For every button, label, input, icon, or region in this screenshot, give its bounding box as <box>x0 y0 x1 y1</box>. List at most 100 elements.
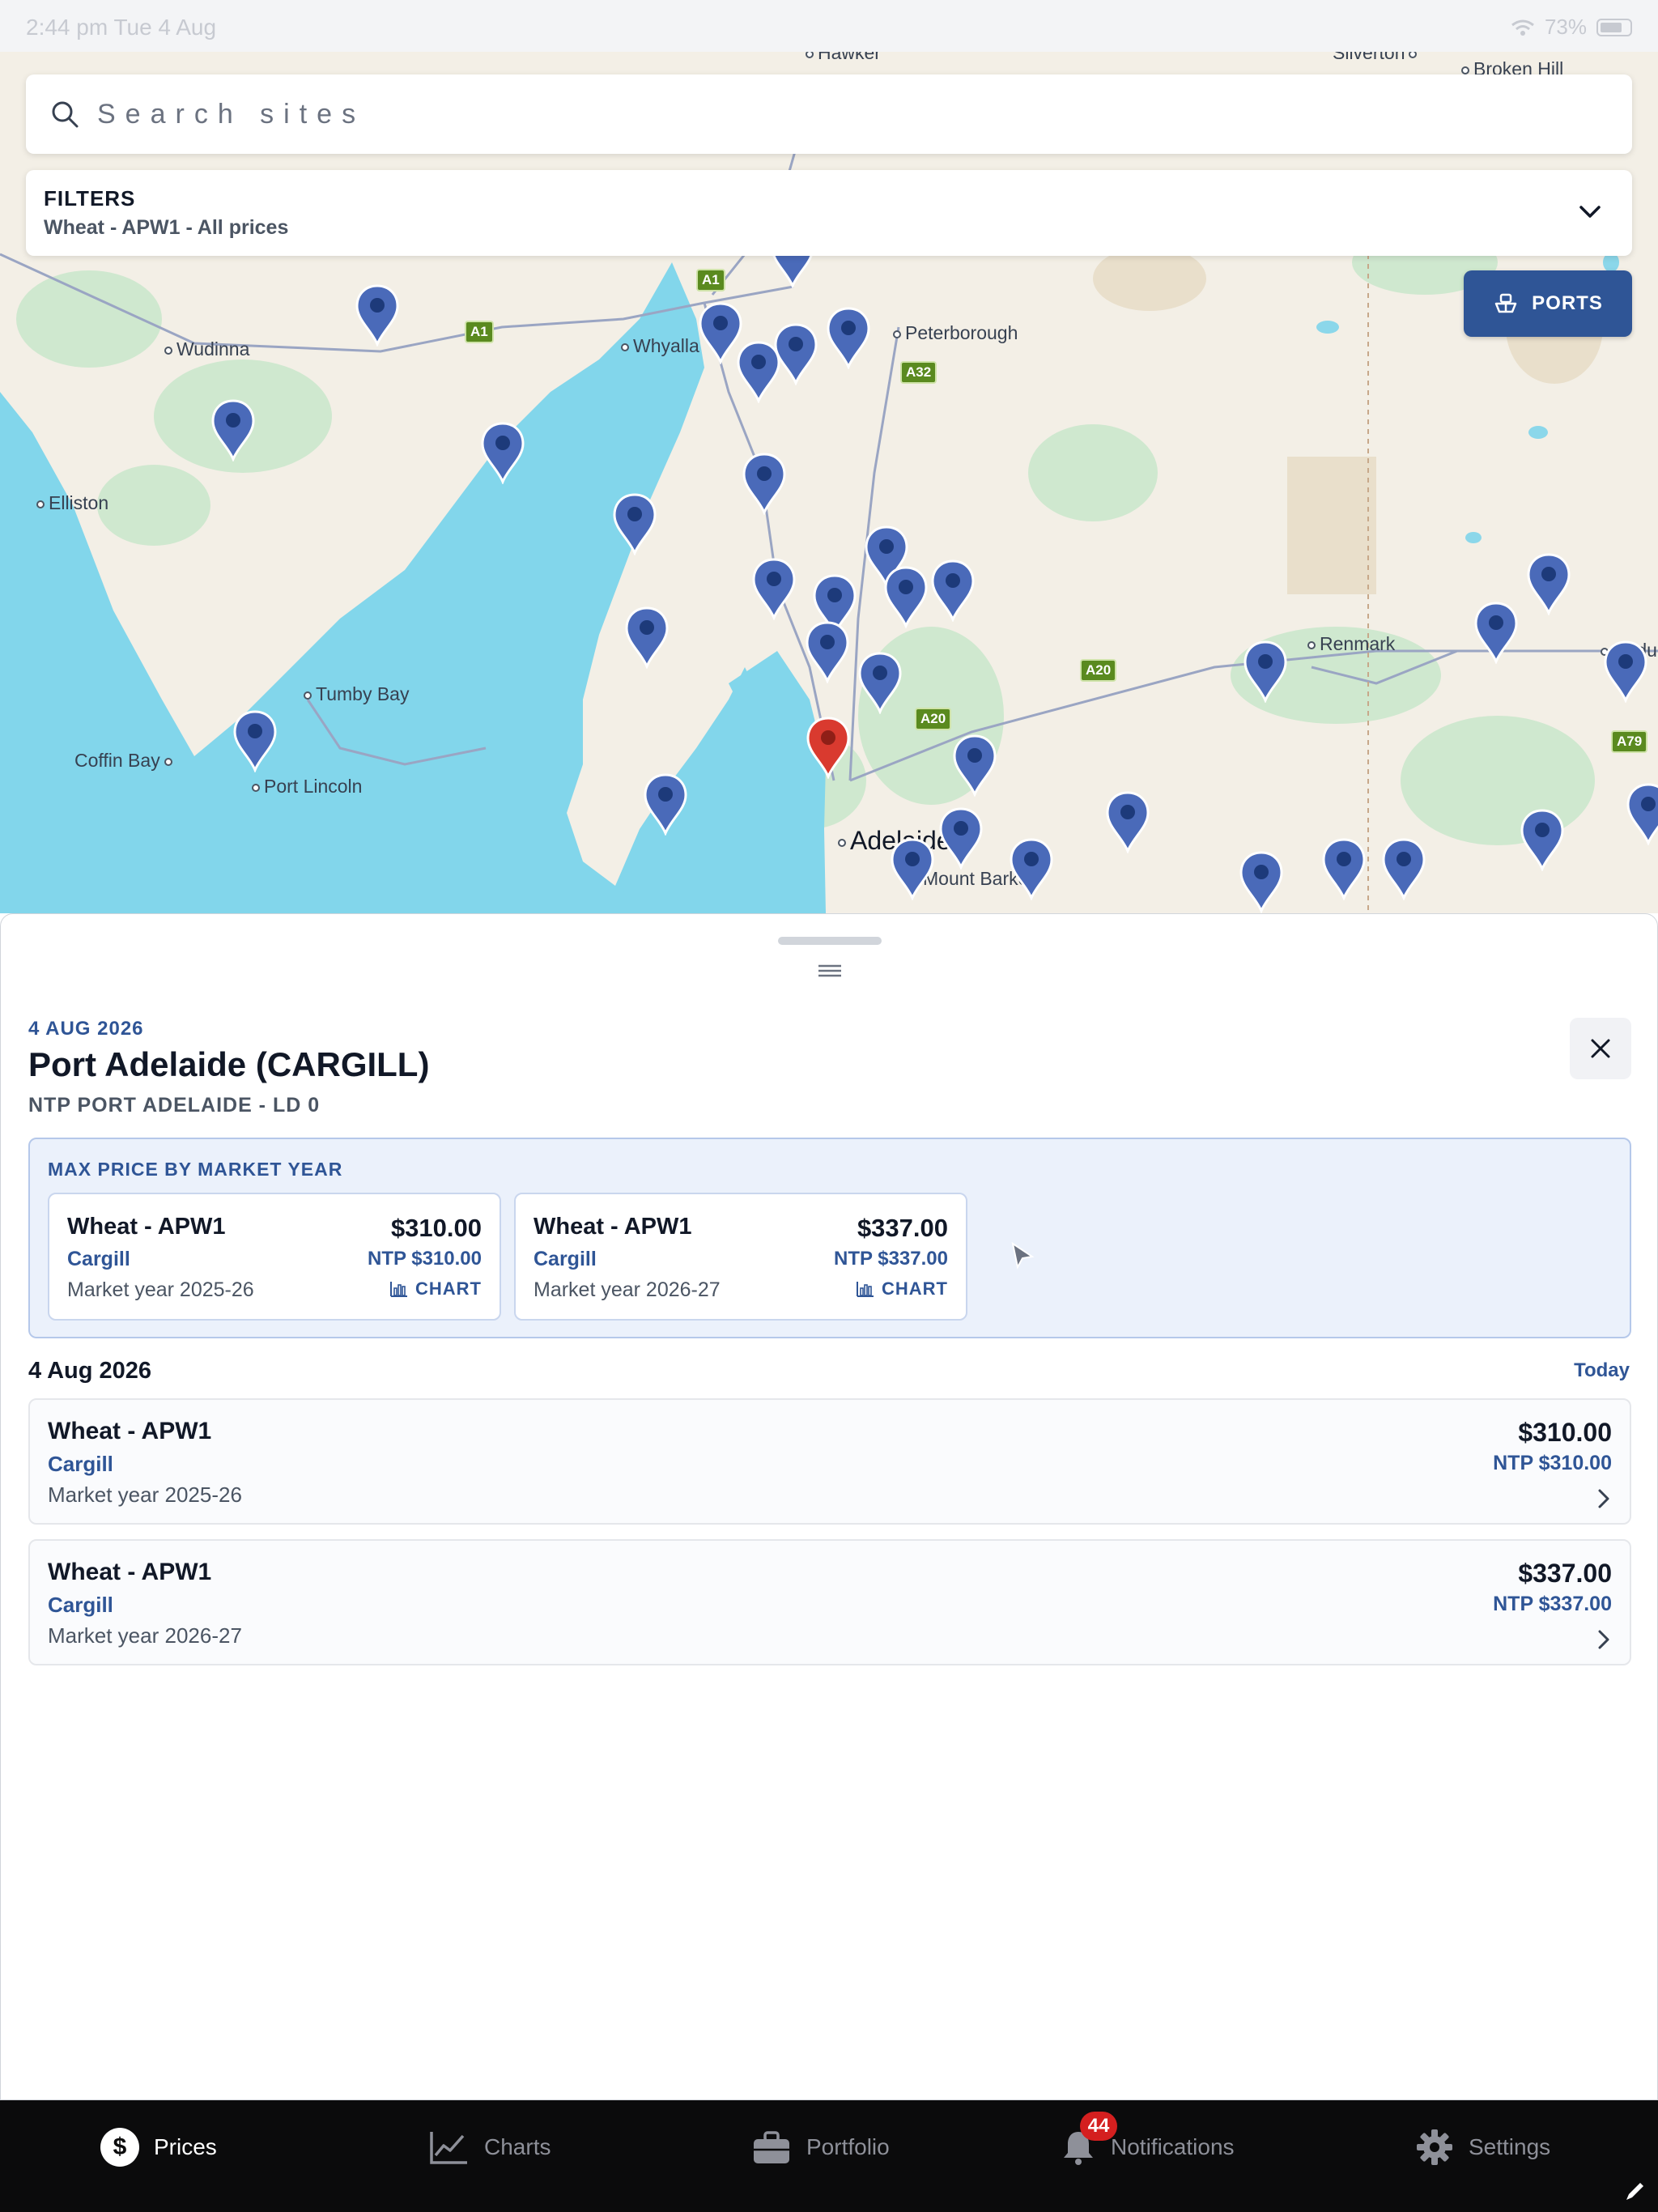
filters-dropdown[interactable]: FILTERS Wheat - APW1 - All prices <box>26 170 1632 256</box>
site-pin[interactable] <box>951 734 998 797</box>
ports-label: PORTS <box>1532 292 1603 314</box>
site-pin[interactable] <box>857 651 903 714</box>
pencil-icon <box>1626 2183 1643 2200</box>
site-pin[interactable] <box>1625 782 1658 845</box>
site-pin[interactable] <box>1104 790 1151 853</box>
filters-title: FILTERS <box>44 186 136 211</box>
max-price-card[interactable]: Wheat - APW1 $337.00 Cargill NTP $337.00… <box>514 1193 967 1321</box>
site-pin[interactable] <box>611 492 658 555</box>
tab-label: Notifications <box>1111 2134 1235 2159</box>
site-pin[interactable] <box>1473 601 1520 664</box>
site-subtitle: NTP PORT ADELAIDE - LD 0 <box>28 1094 321 1117</box>
tab-settings[interactable]: Settings <box>1415 2125 1550 2170</box>
card-ntp-price: NTP $310.00 <box>368 1248 482 1270</box>
sheet-drag-handle[interactable] <box>778 937 882 945</box>
row-buyer: Cargill <box>48 1593 113 1617</box>
selected-site-pin[interactable] <box>805 716 852 779</box>
site-pin[interactable] <box>1242 640 1289 703</box>
row-ntp-price: NTP $337.00 <box>1493 1593 1612 1615</box>
price-row[interactable]: Wheat - APW1 Cargill Market year 2026-27… <box>28 1539 1631 1665</box>
site-pin[interactable] <box>741 452 788 515</box>
chart-line-icon <box>430 2132 467 2164</box>
site-pin[interactable] <box>1602 640 1649 703</box>
site-pin[interactable] <box>232 709 278 772</box>
tab-portfolio[interactable]: Portfolio <box>751 2125 890 2170</box>
price-row[interactable]: Wheat - APW1 Cargill Market year 2025-26… <box>28 1398 1631 1525</box>
tab-label: Prices <box>154 2134 217 2159</box>
site-detail-sheet: 4 AUG 2026 Port Adelaide (CARGILL) NTP P… <box>0 913 1658 2100</box>
site-pin[interactable] <box>1008 837 1055 900</box>
site-pin[interactable] <box>1238 850 1285 913</box>
row-grade: Wheat - APW1 <box>48 1559 212 1585</box>
map-label-port-lincoln: Port Lincoln <box>248 776 362 798</box>
site-pin[interactable] <box>1380 837 1427 900</box>
filters-value: Wheat - APW1 - All prices <box>44 216 289 239</box>
site-pin[interactable] <box>735 340 782 403</box>
chevron-down-icon <box>1579 206 1601 218</box>
tab-prices[interactable]: $ Prices <box>100 2125 217 2170</box>
tab-notifications[interactable]: 44 Notifications <box>1061 2112 1235 2170</box>
card-price: $310.00 <box>390 1214 482 1242</box>
chart-label: CHART <box>882 1278 948 1299</box>
site-pin[interactable] <box>354 283 401 347</box>
row-grade: Wheat - APW1 <box>48 1418 212 1444</box>
site-pin[interactable] <box>1525 552 1572 615</box>
row-market-year: Market year 2026-27 <box>48 1623 242 1648</box>
row-price: $337.00 <box>1518 1559 1612 1588</box>
chevron-right-icon <box>1598 1630 1609 1649</box>
card-price: $337.00 <box>857 1214 948 1242</box>
tab-bar: $ Prices Charts Portfolio 44 Notificatio… <box>0 2100 1658 2212</box>
today-label: Today <box>1574 1359 1630 1381</box>
map-label-renmark: Renmark <box>1303 633 1395 655</box>
status-right: 73% <box>1511 15 1632 40</box>
ports-button[interactable]: PORTS <box>1464 270 1632 337</box>
map-label-elliston: Elliston <box>32 492 108 514</box>
site-pin[interactable] <box>929 559 976 622</box>
chart-link[interactable]: CHART <box>856 1278 948 1300</box>
chart-label: CHART <box>415 1278 482 1299</box>
card-market-year: Market year 2026-27 <box>534 1278 721 1301</box>
max-price-card[interactable]: Wheat - APW1 $310.00 Cargill NTP $310.00… <box>48 1193 501 1321</box>
search-input[interactable] <box>97 98 1554 130</box>
close-button[interactable] <box>1570 1018 1631 1079</box>
card-grade: Wheat - APW1 <box>67 1214 226 1240</box>
road-shield: A20 <box>1080 659 1117 682</box>
battery-percent: 73% <box>1544 15 1587 39</box>
site-title: Port Adelaide (CARGILL) <box>28 1045 430 1083</box>
card-buyer: Cargill <box>534 1248 597 1270</box>
site-pin[interactable] <box>889 837 936 900</box>
pointer-cursor-icon <box>1011 1242 1035 1270</box>
chart-link[interactable]: CHART <box>389 1278 482 1300</box>
map-label-tumby-bay: Tumby Bay <box>300 683 409 705</box>
gear-icon <box>1417 2129 1452 2165</box>
site-pin[interactable] <box>1519 808 1566 871</box>
max-price-panel: MAX PRICE BY MARKET YEAR Wheat - APW1 $3… <box>28 1138 1631 1338</box>
chevron-right-icon <box>1598 1489 1609 1508</box>
map-label-silverton: Silverton <box>1333 52 1421 64</box>
site-pin[interactable] <box>1320 837 1367 900</box>
notification-badge: 44 <box>1080 2112 1117 2141</box>
drag-lines-icon[interactable] <box>817 963 843 979</box>
search-bar[interactable] <box>26 74 1632 154</box>
row-price: $310.00 <box>1518 1418 1612 1447</box>
map-label-whyalla: Whyalla <box>617 335 699 357</box>
site-pin[interactable] <box>210 398 257 462</box>
map-label-hawker: Hawker <box>801 52 881 64</box>
site-pin[interactable] <box>882 565 929 628</box>
site-pin[interactable] <box>804 620 851 683</box>
card-ntp-price: NTP $337.00 <box>834 1248 948 1270</box>
tab-charts[interactable]: Charts <box>429 2125 551 2170</box>
road-shield: A20 <box>915 708 952 730</box>
card-buyer: Cargill <box>67 1248 130 1270</box>
site-pin[interactable] <box>479 421 526 484</box>
row-ntp-price: NTP $310.00 <box>1493 1452 1612 1474</box>
map-label-coffin-bay: Coffin Bay <box>74 750 176 772</box>
site-pin[interactable] <box>623 606 670 669</box>
site-pin[interactable] <box>750 557 797 620</box>
site-pin[interactable] <box>937 806 984 870</box>
site-pin[interactable] <box>642 772 689 836</box>
site-pin[interactable] <box>825 306 872 369</box>
tab-label: Charts <box>484 2134 551 2159</box>
tab-label: Portfolio <box>806 2134 890 2159</box>
price-date: 4 AUG 2026 <box>28 1018 144 1040</box>
